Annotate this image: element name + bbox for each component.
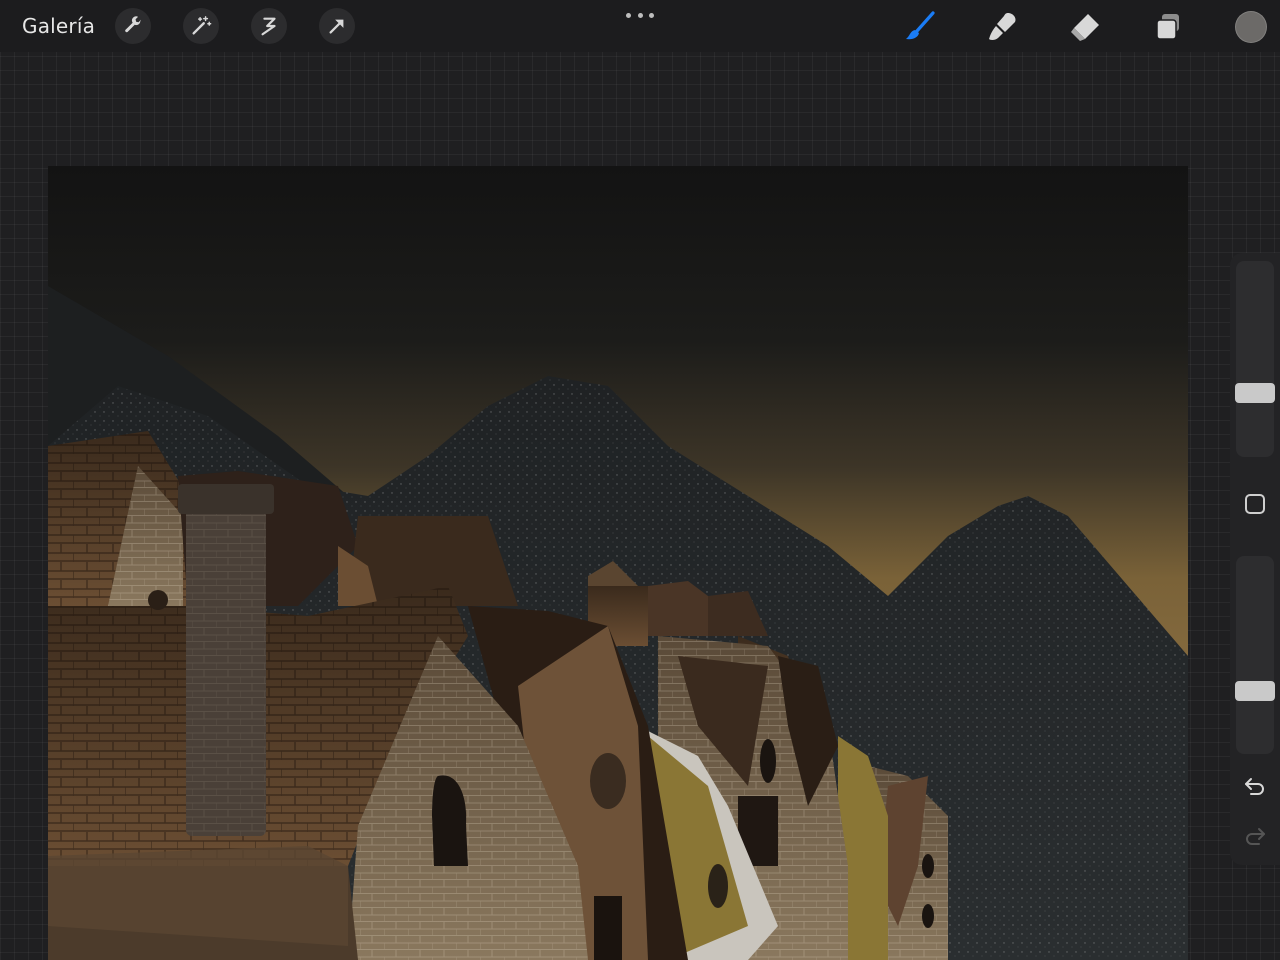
gallery-button[interactable]: Galería [22, 13, 95, 39]
adjustments-button[interactable] [183, 8, 219, 44]
actions-button[interactable] [115, 8, 151, 44]
modify-button[interactable] [1245, 494, 1265, 514]
magic-wand-icon [192, 16, 212, 35]
brush-size-slider[interactable] [1235, 261, 1275, 457]
transform-button[interactable] [319, 8, 355, 44]
wrench-icon [125, 16, 141, 33]
brush-size-thumb[interactable] [1235, 383, 1275, 403]
eraser-icon[interactable] [1068, 10, 1102, 44]
opacity-slider[interactable] [1235, 556, 1275, 754]
layers-icon[interactable] [1151, 10, 1185, 44]
redo-icon[interactable] [1243, 824, 1267, 848]
opacity-thumb[interactable] [1235, 681, 1275, 701]
top-toolbar: Galería [0, 0, 1280, 52]
undo-icon[interactable] [1243, 774, 1267, 798]
selection-s-icon [261, 17, 276, 36]
more-dots-icon[interactable] [626, 10, 654, 20]
arrow-icon [329, 19, 344, 34]
brush-icon[interactable] [903, 10, 937, 44]
drawing-canvas[interactable] [48, 166, 1188, 960]
sidebar [1230, 253, 1280, 865]
color-picker-swatch[interactable] [1235, 11, 1267, 43]
artwork-image [48, 166, 1188, 960]
selection-button[interactable] [251, 8, 287, 44]
smudge-icon[interactable] [985, 10, 1019, 44]
